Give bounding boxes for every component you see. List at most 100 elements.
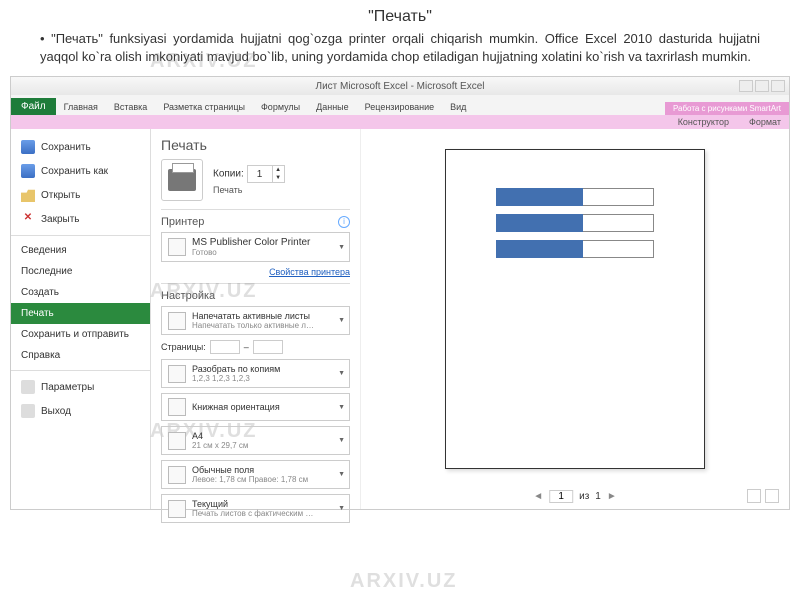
context-tab-design[interactable]: Конструктор: [678, 117, 729, 127]
sidebar-recent[interactable]: Последние: [11, 261, 150, 282]
printer-icon: [168, 169, 196, 191]
printer-properties-link[interactable]: Свойства принтера: [161, 267, 350, 277]
zoom-to-page-button[interactable]: [747, 489, 761, 503]
sidebar-label: Выход: [41, 406, 71, 417]
backstage-view: Сохранить Сохранить как Открыть ✕ Закрыт…: [11, 129, 789, 509]
sidebar-options[interactable]: Параметры: [11, 375, 150, 399]
scaling-icon: [168, 500, 186, 518]
chevron-down-icon: ▼: [338, 404, 345, 411]
margins-selector[interactable]: Обычные поля Левое: 1,78 см Правое: 1,78…: [161, 460, 350, 489]
pages-label: Страницы:: [161, 342, 206, 352]
settings-heading: Настройка: [161, 283, 350, 302]
tab-home[interactable]: Главная: [56, 99, 106, 115]
pager-prev-button[interactable]: ◄: [533, 491, 543, 502]
copies-spinner[interactable]: 1 ▲ ▼: [247, 165, 285, 183]
maximize-button[interactable]: [755, 80, 769, 92]
tab-insert[interactable]: Вставка: [106, 99, 155, 115]
print-preview-panel: ◄ из 1 ►: [361, 129, 789, 509]
scaling-selector[interactable]: Текущий Печать листов с фактическим … ▼: [161, 494, 350, 523]
sidebar-label: Параметры: [41, 382, 94, 393]
copies-down-button[interactable]: ▼: [272, 174, 284, 182]
save-icon: [21, 140, 35, 154]
tab-layout[interactable]: Разметка страницы: [155, 99, 253, 115]
zoom-controls: [747, 489, 779, 503]
pager-of-label: из: [579, 491, 589, 502]
printer-heading: Принтер i: [161, 209, 350, 228]
setting-subtitle: 21 см x 29,7 см: [192, 441, 248, 450]
print-command-row: Копии: 1 ▲ ▼ Печать: [161, 159, 350, 201]
sidebar-new[interactable]: Создать: [11, 282, 150, 303]
tab-data[interactable]: Данные: [308, 99, 357, 115]
window-titlebar: Лист Microsoft Excel - Microsoft Excel: [11, 77, 789, 95]
sidebar-label: Закрыть: [41, 214, 80, 225]
slide-title: "Печать": [0, 0, 800, 30]
watermark: ARXIV.UZ: [350, 570, 458, 593]
sheets-icon: [168, 312, 186, 330]
copies-up-button[interactable]: ▲: [272, 166, 284, 174]
divider: [11, 370, 150, 371]
folder-open-icon: [21, 188, 35, 202]
sidebar-help[interactable]: Справка: [11, 345, 150, 366]
sidebar-save-as[interactable]: Сохранить как: [11, 159, 150, 183]
context-tab-format[interactable]: Формат: [749, 117, 781, 127]
bar-fill: [496, 188, 583, 206]
pager-total: 1: [595, 491, 601, 502]
bar-fill: [496, 214, 583, 232]
print-heading: Печать: [161, 137, 350, 153]
printer-selector[interactable]: MS Publisher Color Printer Готово ▼: [161, 232, 350, 262]
print-button-label: Печать: [213, 185, 285, 195]
zoom-margins-button[interactable]: [765, 489, 779, 503]
file-tab[interactable]: Файл: [11, 98, 56, 115]
paper-size-selector[interactable]: A4 21 см x 29,7 см ▼: [161, 426, 350, 455]
orientation-icon: [168, 398, 186, 416]
paper-icon: [168, 432, 186, 450]
setting-title: Текущий: [192, 499, 228, 509]
setting-subtitle: 1,2,3 1,2,3 1,2,3: [192, 374, 280, 383]
minimize-button[interactable]: [739, 80, 753, 92]
collate-selector[interactable]: Разобрать по копиям 1,2,3 1,2,3 1,2,3 ▼: [161, 359, 350, 388]
tab-view[interactable]: Вид: [442, 99, 474, 115]
collate-icon: [168, 365, 186, 383]
divider: [11, 235, 150, 236]
printer-device-icon: [168, 238, 186, 256]
setting-title: Обычные поля: [192, 465, 254, 475]
bar-fill: [496, 240, 583, 258]
chevron-down-icon: ▼: [338, 471, 345, 478]
chevron-down-icon: ▼: [338, 437, 345, 444]
save-as-icon: [21, 164, 35, 178]
setting-title: Книжная ориентация: [192, 402, 280, 412]
bar-empty: [583, 214, 654, 232]
print-button[interactable]: [161, 159, 203, 201]
close-button[interactable]: [771, 80, 785, 92]
preview-bar: [496, 188, 654, 206]
sidebar-label: Открыть: [41, 190, 80, 201]
backstage-sidebar: Сохранить Сохранить как Открыть ✕ Закрыт…: [11, 129, 151, 509]
sidebar-info[interactable]: Сведения: [11, 240, 150, 261]
preview-pager: ◄ из 1 ►: [533, 490, 617, 503]
tab-formulas[interactable]: Формулы: [253, 99, 308, 115]
sidebar-close[interactable]: ✕ Закрыть: [11, 207, 150, 231]
sidebar-exit[interactable]: Выход: [11, 399, 150, 423]
chevron-down-icon: ▼: [338, 505, 345, 512]
sidebar-save[interactable]: Сохранить: [11, 135, 150, 159]
sidebar-open[interactable]: Открыть: [11, 183, 150, 207]
pages-from-input[interactable]: [210, 340, 240, 354]
slide-body-text: • "Печать" funksiyasi yordamida hujjatni…: [0, 30, 800, 76]
copies-value[interactable]: 1: [248, 168, 272, 181]
info-icon[interactable]: i: [338, 216, 350, 228]
pager-current-input[interactable]: [549, 490, 573, 503]
sidebar-print[interactable]: Печать: [11, 303, 150, 324]
pages-to-label: –: [244, 342, 249, 352]
context-subtabs: Конструктор Формат: [11, 115, 789, 129]
tab-review[interactable]: Рецензирование: [357, 99, 443, 115]
pager-next-button[interactable]: ►: [607, 491, 617, 502]
orientation-selector[interactable]: Книжная ориентация ▼: [161, 393, 350, 421]
sidebar-share[interactable]: Сохранить и отправить: [11, 324, 150, 345]
chevron-down-icon: ▼: [338, 370, 345, 377]
pages-to-input[interactable]: [253, 340, 283, 354]
context-tab-group: Работа с рисунками SmartArt: [665, 102, 789, 115]
preview-bar: [496, 240, 654, 258]
copies-label-text: Копии:: [213, 169, 244, 180]
print-what-selector[interactable]: Напечатать активные листы Напечатать тол…: [161, 306, 350, 335]
printer-name: MS Publisher Color Printer: [192, 237, 310, 248]
